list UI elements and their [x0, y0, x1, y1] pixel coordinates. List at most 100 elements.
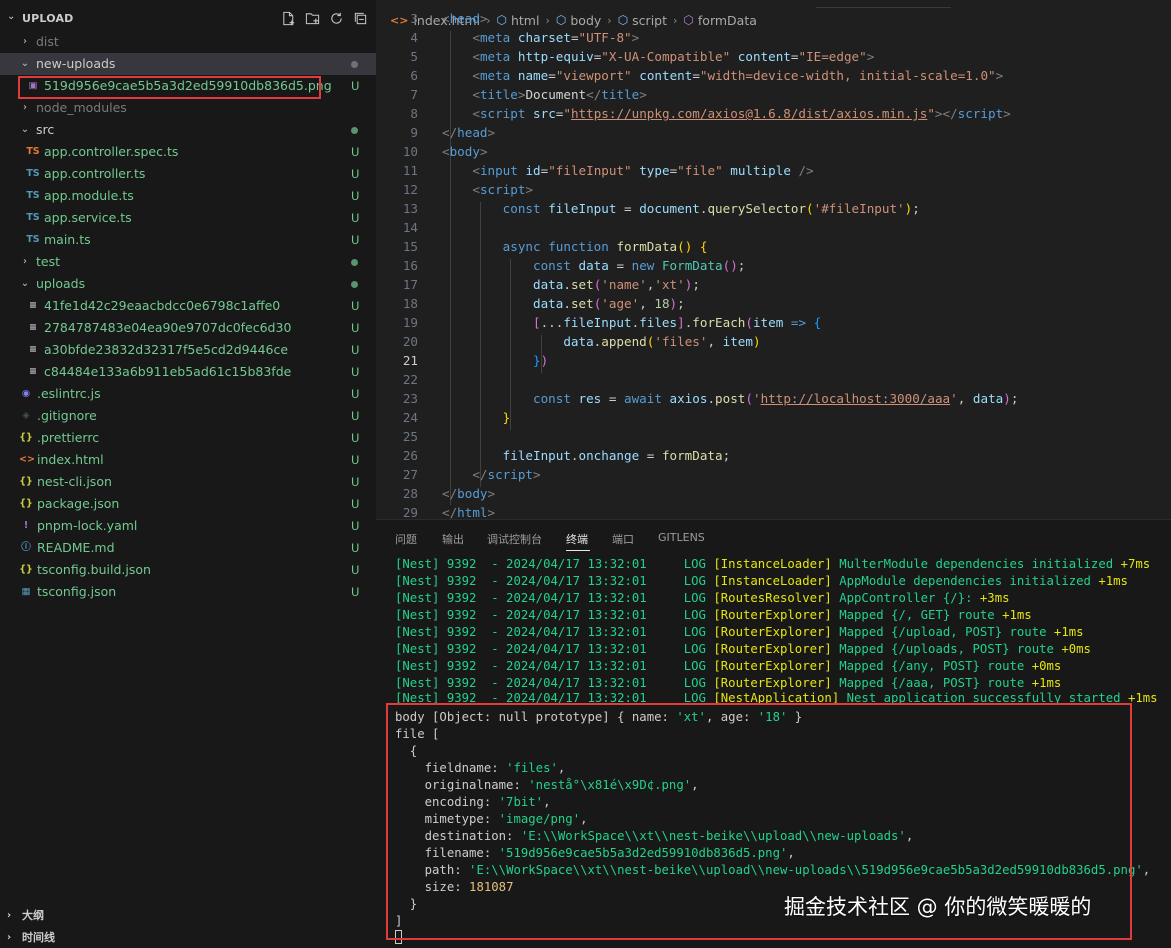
git-status-badge: U	[351, 585, 360, 599]
line-number: 25	[402, 429, 418, 444]
tree-file[interactable]: {} tsconfig.build.json U	[0, 559, 376, 581]
line-number: 23	[402, 391, 418, 406]
line-number: 18	[402, 296, 418, 311]
yaml-file-icon: !	[23, 520, 29, 531]
lines-file-icon: ≡	[29, 366, 37, 377]
tree-file[interactable]: ≡ 2784787483e04ea90e9707dc0fec6d30 U	[0, 317, 376, 339]
code-text: </html>	[442, 505, 496, 519]
git-status-badge: U	[351, 189, 360, 203]
tree-folder[interactable]: ⌄ uploads	[0, 273, 376, 295]
code-line: 27 </script>	[376, 465, 1171, 484]
explorer-header[interactable]: ⌄ UPLOAD	[0, 9, 376, 31]
timeline-section[interactable]: › 时间线	[0, 927, 376, 948]
tree-folder[interactable]: › node_modules	[0, 97, 376, 119]
tree-file[interactable]: ≡ 41fe1d42c29eaacbdcc0e6798c1affe0 U	[0, 295, 376, 317]
code-text: <input id="fileInput" type="file" multip…	[472, 163, 814, 178]
tree-folder[interactable]: › test	[0, 251, 376, 273]
git-status-badge: U	[351, 475, 360, 489]
git-status-badge: U	[351, 541, 360, 555]
info-file-icon: ⓘ	[21, 542, 31, 553]
modified-dot-icon	[351, 281, 358, 288]
line-number: 17	[402, 277, 418, 292]
tree-file[interactable]: TS app.service.ts U	[0, 207, 376, 229]
ts-file-icon: TS	[26, 168, 40, 179]
tree-file[interactable]: ⓘ README.md U	[0, 537, 376, 559]
code-text: data.set('name','xt');	[533, 277, 700, 292]
chevron-right-icon: ›	[7, 932, 12, 943]
refresh-icon[interactable]	[329, 11, 344, 26]
chevron-down-icon: ⌄	[7, 11, 16, 22]
panel-tab[interactable]: 问题	[395, 531, 417, 547]
tree-folder[interactable]: ⌄ src	[0, 119, 376, 141]
new-file-icon[interactable]	[281, 11, 296, 26]
terminal-line: body [Object: null prototype] { name: 'x…	[395, 710, 803, 724]
code-line: 10 <body>	[376, 142, 1171, 161]
code-line: 15 async function formData() {	[376, 237, 1171, 256]
terminal-line: encoding: '7bit',	[395, 795, 551, 809]
tree-file[interactable]: ≡ c84484e133a6b911eb5ad61c15b83fde U	[0, 361, 376, 383]
code-text: <head>	[442, 11, 488, 26]
code-text: <body>	[442, 144, 488, 159]
code-text: <meta http-equiv="X-UA-Compatible" conte…	[472, 49, 875, 64]
tree-folder[interactable]: ⌄ new-uploads	[0, 53, 376, 75]
line-number: 24	[402, 410, 418, 425]
modified-dot-icon	[351, 127, 358, 134]
tree-item-label: index.html	[37, 452, 104, 467]
tree-file[interactable]: ▣ 519d956e9cae5b5a3d2ed59910db836d5.png U	[0, 75, 376, 97]
tree-item-label: main.ts	[44, 232, 91, 247]
tree-file[interactable]: TS app.module.ts U	[0, 185, 376, 207]
code-text: async function formData() {	[502, 239, 708, 254]
code-line: 29 </html>	[376, 503, 1171, 519]
code-text: <script src="https://unpkg.com/axios@1.6…	[472, 106, 1011, 121]
tree-file[interactable]: ▦ tsconfig.json U	[0, 581, 376, 603]
tree-file[interactable]: {} .prettierrc U	[0, 427, 376, 449]
code-line: 18 data.set('age', 18);	[376, 294, 1171, 313]
tree-item-label: nest-cli.json	[37, 474, 112, 489]
chevron-right-icon: ›	[23, 36, 27, 47]
tree-file[interactable]: <> index.html U	[0, 449, 376, 471]
git-status-badge: U	[351, 387, 360, 401]
ts-orange-file-icon: TS	[26, 146, 40, 157]
tree-file[interactable]: TS app.controller.spec.ts U	[0, 141, 376, 163]
terminal-line: destination: 'E:\\WorkSpace\\xt\\nest-be…	[395, 829, 914, 843]
line-number: 27	[402, 467, 418, 482]
code-text: const data = new FormData();	[533, 258, 746, 273]
line-number: 21	[402, 353, 418, 368]
outline-section[interactable]: › 大纲	[0, 905, 376, 927]
tree-file[interactable]: ◈ .gitignore U	[0, 405, 376, 427]
tree-file[interactable]: ◉ .eslintrc.js U	[0, 383, 376, 405]
code-editor[interactable]: <> index.html › ⬡ html › ⬡ body › ⬡ script › ⬡ form…	[376, 0, 1171, 519]
ts-file-icon: TS	[26, 212, 40, 223]
line-number: 12	[402, 182, 418, 197]
panel-tab[interactable]: 调试控制台	[487, 531, 542, 547]
code-text: })	[533, 353, 549, 368]
panel-tab[interactable]: GITLENS	[658, 531, 705, 544]
tsconfig-file-icon: ▦	[21, 586, 31, 597]
terminal-line: }	[395, 897, 418, 911]
code-text: <title>Document</title>	[472, 87, 647, 102]
collapse-all-icon[interactable]	[353, 11, 368, 26]
tree-file[interactable]: {} package.json U	[0, 493, 376, 515]
tree-item-label: uploads	[36, 276, 86, 291]
tree-file[interactable]: ! pnpm-lock.yaml U	[0, 515, 376, 537]
panel-tab[interactable]: 端口	[612, 531, 634, 547]
terminal-line: {	[395, 744, 418, 758]
tree-folder[interactable]: › dist	[0, 31, 376, 53]
tree-file[interactable]: TS main.ts U	[0, 229, 376, 251]
panel-tab[interactable]: 输出	[442, 531, 464, 547]
terminal-line: [Nest] 9392 - 2024/04/17 13:32:01 LOG [R…	[395, 659, 1062, 673]
chevron-down-icon: ⌄	[20, 278, 30, 289]
terminal-line: path: 'E:\\WorkSpace\\xt\\nest-beike\\up…	[395, 863, 1151, 877]
tree-file[interactable]: ≡ a30bfde23832d32317f5e5cd2d9446ce U	[0, 339, 376, 361]
terminal-line: filename: '519d956e9cae5b5a3d2ed59910db8…	[395, 846, 795, 860]
watermark: 掘金技术社区 @ 你的微笑暖暖的	[784, 895, 1092, 919]
tree-file[interactable]: TS app.controller.ts U	[0, 163, 376, 185]
panel-tab[interactable]: 终端	[566, 531, 588, 547]
tree-file[interactable]: {} nest-cli.json U	[0, 471, 376, 493]
code-line: 5 <meta http-equiv="X-UA-Compatible" con…	[376, 47, 1171, 66]
code-text: <meta charset="UTF-8">	[472, 30, 640, 45]
git-status-badge: U	[351, 79, 360, 93]
new-folder-icon[interactable]	[305, 11, 320, 26]
terminal-line: [Nest] 9392 - 2024/04/17 13:32:01 LOG [R…	[395, 591, 1010, 605]
tree-item-label: node_modules	[36, 100, 127, 115]
